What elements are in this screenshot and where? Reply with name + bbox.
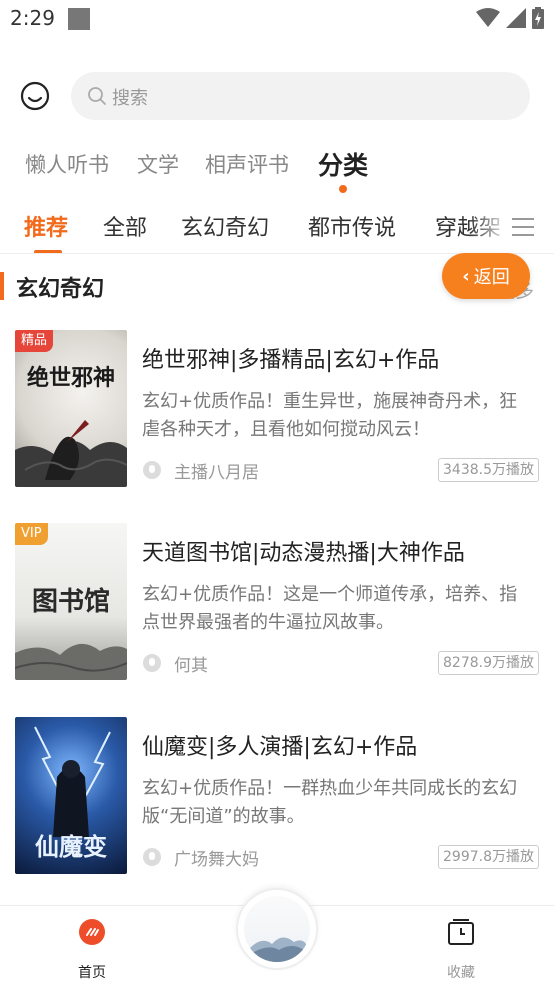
battery-icon — [532, 7, 544, 29]
section-title: 玄幻奇幻 — [16, 277, 105, 302]
header: 搜索 — [0, 72, 554, 120]
status-time: 2:29 — [10, 6, 55, 30]
book-cover[interactable]: 绝世邪神 精品 — [15, 330, 127, 487]
host-icon — [143, 654, 161, 672]
status-icons — [476, 6, 544, 30]
book-title: 仙魔变|多人演播|玄幻+作品 — [142, 735, 418, 760]
book-author: 何其 — [174, 656, 208, 676]
vip-badge: VIP — [15, 523, 48, 545]
book-item[interactable]: 图书馆 VIP 天道图书馆|动态漫热播|大神作品 玄幻+优质作品！这是一个师道传… — [0, 523, 554, 683]
book-description: 玄幻+优质作品！一群热血少年共同成长的玄幻版“无间道”的故事。 — [142, 778, 518, 827]
search-icon — [88, 87, 106, 105]
cover-title: 绝世邪神 — [26, 365, 115, 391]
nav-favorites[interactable]: 收藏 — [421, 918, 501, 982]
player-cover — [244, 896, 310, 962]
search-input[interactable]: 搜索 — [71, 72, 530, 120]
tab-lazy-listen[interactable]: 懒人听书 — [25, 149, 109, 179]
book-author: 主播八月居 — [174, 463, 259, 483]
section-accent-bar — [0, 272, 4, 300]
tab-crosstalk[interactable]: 相声评书 — [205, 149, 289, 179]
book-description: 玄幻+优质作品！这是一个师道传承，培养、指点世界最强者的牛逼拉风故事。 — [142, 584, 518, 633]
top-tabs: 懒人听书 文学 相声评书 分类 — [0, 143, 554, 193]
nav-home[interactable]: 首页 — [52, 918, 132, 982]
play-count-badge: 3438.5万播放 — [438, 458, 539, 482]
back-button-label: 返回 — [473, 267, 510, 288]
chevron-left-icon: ‹ — [462, 265, 470, 287]
tab-all[interactable]: 全部 — [103, 210, 147, 242]
menu-icon[interactable] — [512, 218, 536, 240]
back-button[interactable]: ‹ 返回 — [442, 253, 530, 299]
book-item[interactable]: 仙魔变 仙魔变|多人演播|玄幻+作品 玄幻+优质作品！一群热血少年共同成长的玄幻… — [0, 717, 554, 877]
play-count-badge: 2997.8万播放 — [438, 845, 539, 869]
home-icon — [79, 919, 105, 945]
book-title: 绝世邪神|多播精品|玄幻+作品 — [142, 348, 440, 373]
book-item[interactable]: 绝世邪神 精品 绝世邪神|多播精品|玄幻+作品 玄幻+优质作品！重生异世，施展神… — [0, 330, 554, 490]
tab-literature[interactable]: 文学 — [137, 149, 179, 179]
book-cover[interactable]: 仙魔变 — [15, 717, 127, 874]
cover-title: 图书馆 — [31, 587, 110, 617]
play-count-badge: 8278.9万播放 — [438, 651, 539, 675]
cover-title: 仙魔变 — [35, 832, 107, 861]
premium-badge: 精品 — [15, 330, 54, 352]
host-icon — [143, 461, 161, 479]
active-tab-indicator — [339, 185, 347, 193]
host-icon — [143, 848, 161, 866]
tab-recommend[interactable]: 推荐 — [24, 210, 68, 242]
smiley-avatar-icon[interactable] — [20, 81, 50, 111]
book-cover[interactable]: 图书馆 VIP — [15, 523, 127, 680]
book-author: 广场舞大妈 — [174, 850, 259, 870]
book-title: 天道图书馆|动态漫热播|大神作品 — [142, 541, 465, 566]
wifi-icon — [476, 8, 500, 27]
notification-icon — [68, 8, 90, 30]
collection-icon — [448, 919, 474, 945]
nav-favorites-label: 收藏 — [447, 965, 475, 981]
book-description: 玄幻+优质作品！重生异世，施展神奇丹术，狂虐各种天才，且看他如何搅动风云！ — [142, 391, 518, 440]
player-button[interactable] — [236, 888, 318, 970]
search-placeholder: 搜索 — [112, 88, 148, 109]
nav-home-label: 首页 — [78, 965, 106, 981]
tab-urban-legend[interactable]: 都市传说 — [308, 210, 396, 242]
tab-fantasy[interactable]: 玄幻奇幻 — [181, 210, 269, 242]
tab-category[interactable]: 分类 — [318, 146, 368, 182]
status-bar: 2:29 — [0, 0, 554, 38]
category-tabs: 推荐 全部 玄幻奇幻 都市传说 穿越架 — [0, 204, 554, 254]
signal-icon — [506, 8, 526, 28]
